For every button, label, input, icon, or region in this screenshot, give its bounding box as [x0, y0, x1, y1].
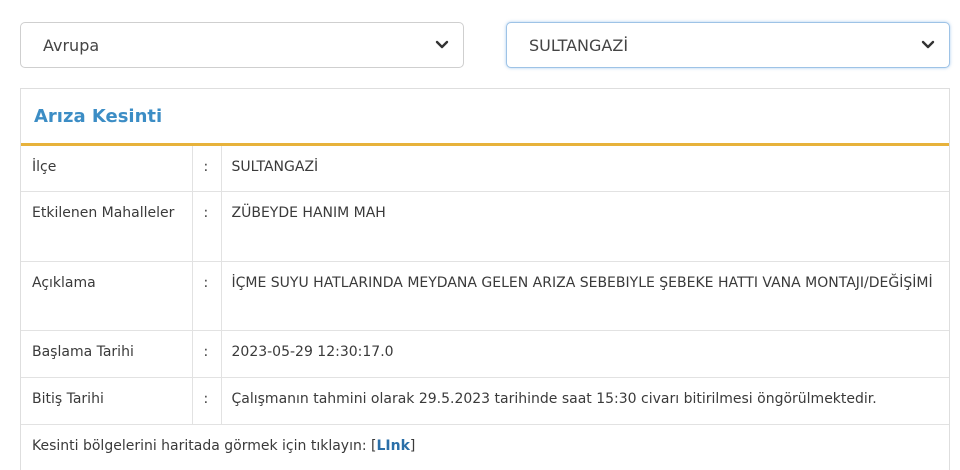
map-link-row: Kesinti bölgelerini haritada görmek için…: [21, 424, 949, 470]
table-row: Açıklama : İÇME SUYU HATLARINDA MEYDANA …: [21, 261, 949, 331]
chevron-down-icon: [435, 40, 449, 49]
row-label: Açıklama: [21, 261, 193, 331]
table-row: Başlama Tarihi : 2023-05-29 12:30:17.0: [21, 330, 949, 378]
table-row: Bitiş Tarihi : Çalışmanın tahmini olarak…: [21, 377, 949, 425]
row-label: Bitiş Tarihi: [21, 377, 193, 425]
row-value: Çalışmanın tahmini olarak 29.5.2023 tari…: [221, 377, 949, 425]
row-separator: :: [192, 261, 222, 331]
row-separator: :: [192, 330, 222, 378]
row-label: Etkilenen Mahalleler: [21, 191, 193, 262]
map-link[interactable]: LInk: [376, 438, 409, 454]
map-link-text: Kesinti bölgelerini haritada görmek için…: [32, 437, 372, 454]
outage-panel: Arıza Kesinti İlçe : SULTANGAZİ Etkilene…: [20, 88, 950, 470]
region-select[interactable]: Avrupa: [20, 22, 464, 68]
outage-details-table: İlçe : SULTANGAZİ Etkilenen Mahalleler :…: [21, 146, 949, 470]
panel-title: Arıza Kesinti: [34, 105, 163, 127]
panel-header: Arıza Kesinti: [21, 89, 949, 146]
row-value: ZÜBEYDE HANIM MAH: [221, 191, 949, 262]
row-separator: :: [192, 146, 222, 192]
chevron-down-icon: [921, 40, 935, 49]
row-label: İlçe: [21, 146, 193, 192]
footer-row: Kesinti bölgelerini haritada görmek için…: [21, 424, 949, 470]
row-separator: :: [192, 377, 222, 425]
page: Avrupa SULTANGAZİ Arıza Kesinti İlçe : S…: [0, 0, 960, 470]
region-select-value: Avrupa: [43, 35, 100, 55]
row-value: İÇME SUYU HATLARINDA MEYDANA GELEN ARIZA…: [221, 261, 949, 331]
table-row: Etkilenen Mahalleler : ZÜBEYDE HANIM MAH: [21, 191, 949, 262]
district-select-value: SULTANGAZİ: [529, 35, 629, 55]
row-value: SULTANGAZİ: [221, 146, 949, 192]
row-value: 2023-05-29 12:30:17.0: [221, 330, 949, 378]
table-row: İlçe : SULTANGAZİ: [21, 146, 949, 192]
row-separator: :: [192, 191, 222, 262]
row-label: Başlama Tarihi: [21, 330, 193, 378]
district-select[interactable]: SULTANGAZİ: [506, 22, 950, 68]
link-close-bracket: ]: [409, 437, 416, 454]
